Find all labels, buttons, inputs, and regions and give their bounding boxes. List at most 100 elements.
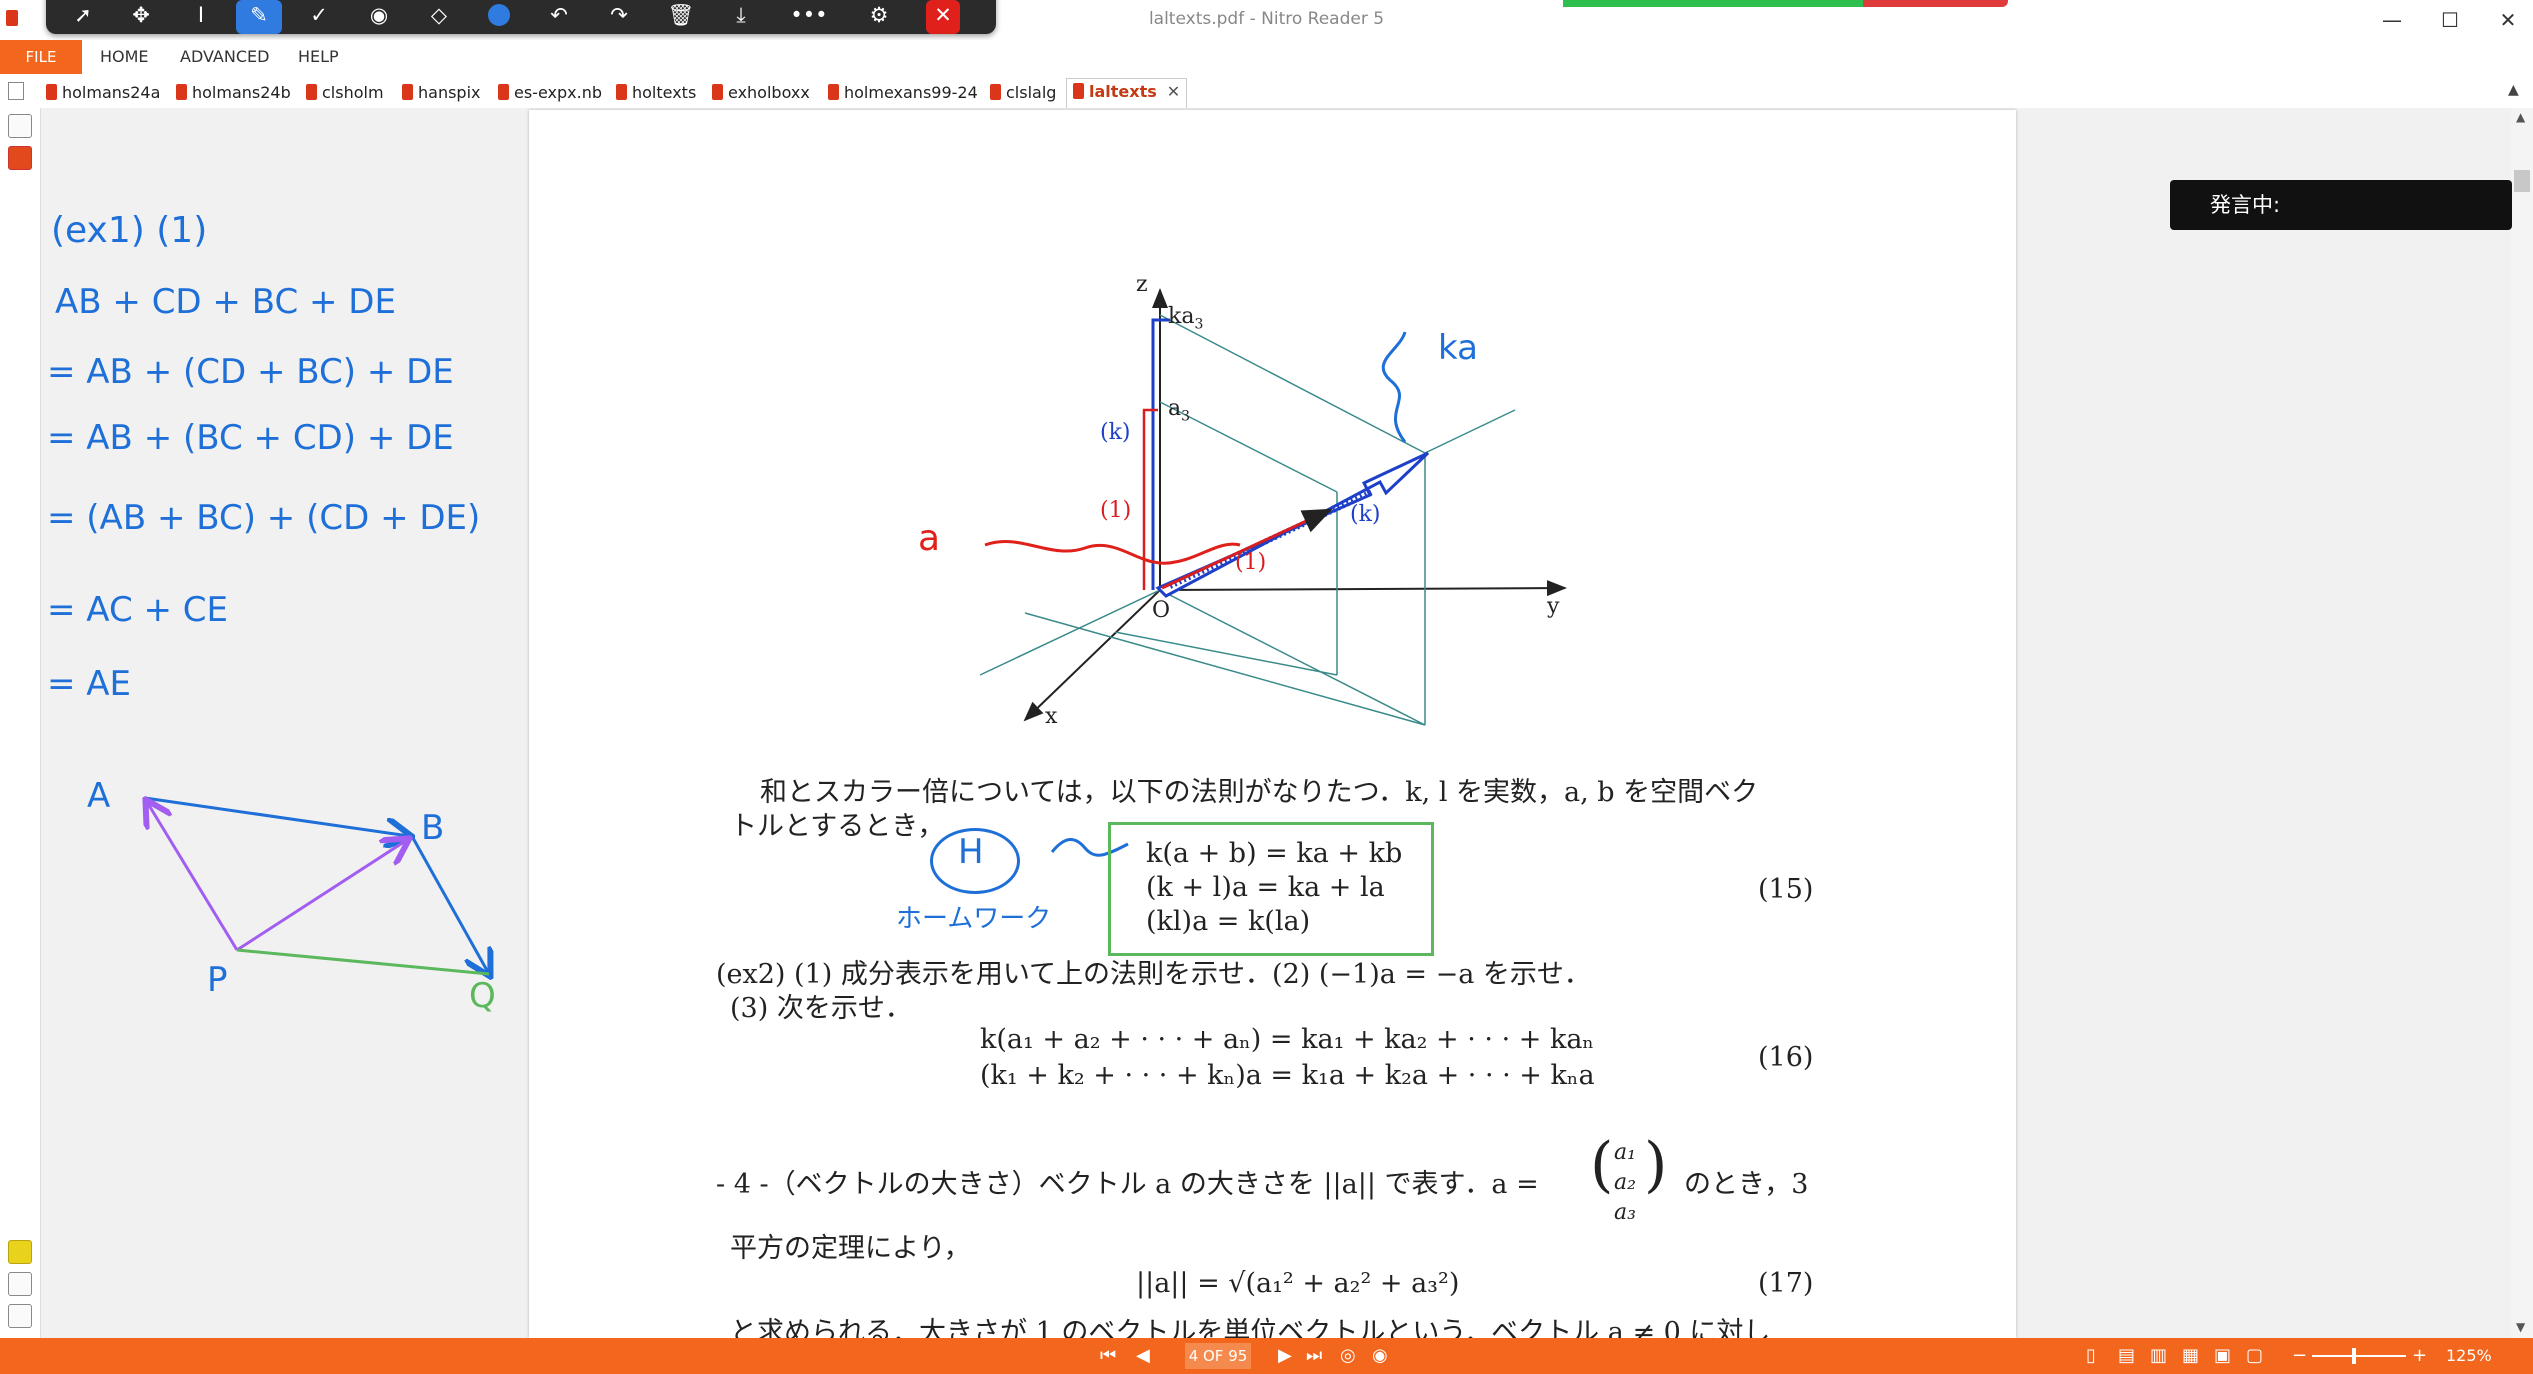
close-toolbar-icon[interactable]: ✕: [926, 0, 960, 34]
pdf-icon: [712, 84, 723, 100]
arrow-bq: [411, 837, 489, 974]
recording-progress-green: [1563, 0, 1863, 7]
facing-page-icon[interactable]: ▥: [2150, 1338, 2167, 1374]
equation-17-number: (17): [1758, 1268, 1814, 1299]
zoom-slider-thumb[interactable]: [2352, 1348, 2356, 1364]
ka3-label: ka3: [1168, 304, 1203, 332]
download-icon[interactable]: ⤓: [718, 0, 764, 34]
left-paren: (: [1590, 1130, 1614, 1200]
help-menu[interactable]: HELP: [298, 40, 339, 74]
previous-view-icon[interactable]: ◎: [1340, 1338, 1356, 1374]
close-tab-icon[interactable]: ✕: [1167, 82, 1180, 101]
document-tab-bar: holmans24a holmans24b clsholm hanspix es…: [0, 74, 2533, 109]
previous-page-icon[interactable]: ◀: [1136, 1338, 1150, 1374]
vertical-scrollbar[interactable]: ▲ ▼: [2511, 108, 2533, 1338]
construction-lines: [979, 314, 1516, 726]
tab-holmans24a[interactable]: holmans24a: [46, 80, 160, 106]
tab-holmans24b[interactable]: holmans24b: [176, 80, 291, 106]
next-page-icon[interactable]: ▶: [1278, 1338, 1292, 1374]
page-number-field[interactable]: 4 OF 95: [1185, 1343, 1251, 1369]
tab-exholboxx[interactable]: exholboxx: [712, 80, 810, 106]
tab-list-chevron-icon[interactable]: ▲: [2508, 82, 2519, 98]
attachments-icon[interactable]: [8, 1272, 32, 1296]
fit-page-icon[interactable]: ▢: [2246, 1338, 2263, 1374]
next-view-icon[interactable]: ◉: [1372, 1338, 1388, 1374]
handwritten-h: H: [958, 832, 984, 872]
component: a₁: [1614, 1140, 1636, 1165]
a3-text: a: [1168, 396, 1182, 421]
last-page-icon[interactable]: ⏭: [1306, 1338, 1322, 1374]
vector-figure: [979, 288, 1567, 726]
redo-icon[interactable]: ↷: [596, 0, 642, 34]
close-window-button[interactable]: ✕: [2488, 4, 2528, 36]
equation-16-number: (16): [1758, 1042, 1814, 1073]
equation-17: ||a|| = √(a₁² + a₂² + a₃²): [1136, 1268, 1460, 1299]
tab-clsholm[interactable]: clsholm: [306, 80, 384, 106]
tab-laltexts[interactable]: laltexts ✕: [1066, 78, 1188, 108]
select-arrow-icon[interactable]: ➚: [60, 0, 106, 34]
zoom-out-icon[interactable]: −: [2292, 1338, 2307, 1374]
tab-holtexts[interactable]: holtexts: [616, 80, 696, 106]
comments-icon[interactable]: [8, 1240, 32, 1264]
undo-icon[interactable]: ↶: [536, 0, 582, 34]
pdf-icon: [402, 84, 413, 100]
zoom-level[interactable]: 125%: [2446, 1338, 2492, 1374]
single-page-icon[interactable]: ▯: [2086, 1338, 2096, 1374]
tab-holmexans99-24[interactable]: holmexans99-24: [828, 80, 978, 106]
ka3-bracket: [1151, 318, 1170, 590]
k-arrow-label: (k): [1350, 502, 1381, 527]
home-menu[interactable]: HOME: [100, 40, 149, 74]
pen-icon[interactable]: ✎: [236, 0, 282, 34]
trash-icon[interactable]: 🗑: [658, 0, 704, 34]
facing-continuous-icon[interactable]: ▦: [2182, 1338, 2199, 1374]
pdf-icon: [498, 84, 509, 100]
line-pq: [236, 948, 490, 976]
file-menu[interactable]: FILE: [0, 40, 82, 74]
tab-hanspix[interactable]: hanspix: [402, 80, 481, 106]
user-settings-icon[interactable]: ⚙: [856, 0, 902, 34]
first-page-icon[interactable]: ⏮: [1100, 1338, 1116, 1374]
color-picker-icon[interactable]: [476, 0, 522, 34]
tab-es-expx[interactable]: es-expx.nb: [498, 80, 602, 106]
section-4-line: 平方の定理により，: [730, 1233, 971, 1264]
maximize-button[interactable]: ☐: [2430, 4, 2470, 36]
minimize-button[interactable]: —: [2372, 4, 2412, 36]
more-icon[interactable]: •••: [786, 0, 832, 34]
origin-label: O: [1152, 598, 1171, 623]
speaking-indicator: 発言中:: [2170, 180, 2512, 230]
section-4-line-end: のとき，3: [1684, 1169, 1809, 1200]
equation-16-line: (k₁ + k₂ + · · · + kₙ)a = k₁a + k₂a + · …: [980, 1060, 1595, 1091]
status-bar: ⏮ ◀ 4 OF 95 ▶ ⏭ ◎ ◉ ▯ ▤ ▥ ▦ ▣ ▢ − + 125%: [0, 1338, 2533, 1374]
app-logo-icon: [6, 10, 18, 26]
bookmarks-icon[interactable]: [8, 114, 32, 138]
eraser-icon[interactable]: ◇: [416, 0, 462, 34]
a-vector-arrow: [1161, 508, 1333, 590]
text-cursor-icon[interactable]: I: [178, 0, 224, 34]
scroll-down-icon[interactable]: ▼: [2516, 1320, 2525, 1334]
fit-width-icon[interactable]: ▣: [2214, 1338, 2231, 1374]
k-bracket-label: (k): [1100, 420, 1131, 445]
page-thumbnail-icon[interactable]: [8, 82, 24, 100]
move-icon[interactable]: ✥: [118, 0, 164, 34]
zoom-slider[interactable]: [2312, 1355, 2406, 1357]
tab-label: es-expx.nb: [514, 83, 602, 102]
paragraph-line: トルとするとき，: [730, 811, 945, 842]
stamp-icon[interactable]: ◉: [356, 0, 402, 34]
tab-label: hanspix: [418, 83, 481, 102]
zoom-in-icon[interactable]: +: [2412, 1338, 2427, 1374]
continuous-page-icon[interactable]: ▤: [2118, 1338, 2135, 1374]
output-icon[interactable]: [8, 1304, 32, 1328]
arrow-pa: [147, 802, 239, 951]
advanced-menu[interactable]: ADVANCED: [180, 40, 269, 74]
one-bracket-label: (1): [1100, 498, 1132, 523]
check-icon[interactable]: ✓: [296, 0, 342, 34]
scrollbar-thumb[interactable]: [2514, 170, 2530, 192]
ribbon-menu: [0, 40, 2533, 74]
tab-clslalg[interactable]: clslalg: [990, 80, 1056, 106]
arrow-pb: [236, 840, 407, 952]
vector-triangle-sketch: [41, 108, 529, 1338]
tab-label: holmexans99-24: [844, 83, 978, 102]
scroll-up-icon[interactable]: ▲: [2516, 110, 2525, 124]
pages-icon[interactable]: [8, 146, 32, 170]
tab-label: holtexts: [632, 83, 697, 102]
